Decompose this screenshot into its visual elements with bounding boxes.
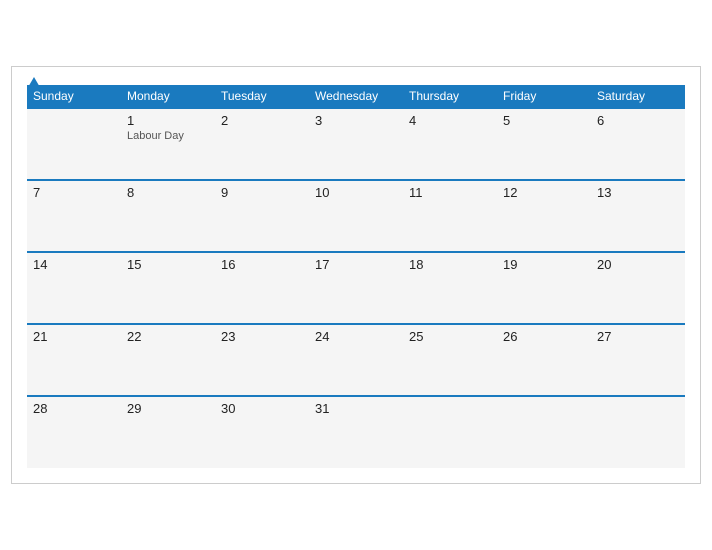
day-number: 30	[221, 401, 303, 416]
day-number: 24	[315, 329, 397, 344]
day-number: 9	[221, 185, 303, 200]
day-number: 3	[315, 113, 397, 128]
day-number: 19	[503, 257, 585, 272]
day-number: 8	[127, 185, 209, 200]
holiday-name: Labour Day	[127, 130, 209, 142]
calendar-week-row: 28 29 30 31	[27, 396, 685, 468]
calendar-cell: 20	[591, 252, 685, 324]
day-number: 11	[409, 185, 491, 200]
weekday-header-friday: Friday	[497, 85, 591, 108]
calendar-cell: 19	[497, 252, 591, 324]
calendar-cell: 29	[121, 396, 215, 468]
logo-blue-text	[27, 77, 43, 90]
calendar-week-row: 21 22 23 24 25 26 27	[27, 324, 685, 396]
calendar-cell	[403, 396, 497, 468]
calendar-cell: 24	[309, 324, 403, 396]
calendar-cell: 16	[215, 252, 309, 324]
calendar-cell: 12	[497, 180, 591, 252]
calendar-cell: 23	[215, 324, 309, 396]
day-number: 4	[409, 113, 491, 128]
day-number: 17	[315, 257, 397, 272]
day-number: 1	[127, 113, 209, 128]
calendar-week-row: 1 Labour Day 23456	[27, 108, 685, 180]
calendar-cell: 9	[215, 180, 309, 252]
calendar-week-row: 14 15 16 17 18 19 20	[27, 252, 685, 324]
day-number: 31	[315, 401, 397, 416]
day-number: 21	[33, 329, 115, 344]
calendar-cell: 4	[403, 108, 497, 180]
weekday-header-row: SundayMondayTuesdayWednesdayThursdayFrid…	[27, 85, 685, 108]
calendar-cell: 25	[403, 324, 497, 396]
day-number: 10	[315, 185, 397, 200]
day-number: 12	[503, 185, 585, 200]
day-number: 26	[503, 329, 585, 344]
weekday-header-tuesday: Tuesday	[215, 85, 309, 108]
calendar-cell: 7	[27, 180, 121, 252]
calendar-cell: 13	[591, 180, 685, 252]
day-number: 23	[221, 329, 303, 344]
calendar-cell: 21	[27, 324, 121, 396]
weekday-header-saturday: Saturday	[591, 85, 685, 108]
day-number: 18	[409, 257, 491, 272]
day-number: 15	[127, 257, 209, 272]
day-number: 7	[33, 185, 115, 200]
day-number: 16	[221, 257, 303, 272]
day-number: 6	[597, 113, 679, 128]
day-number: 13	[597, 185, 679, 200]
calendar-cell: 8	[121, 180, 215, 252]
day-number: 27	[597, 329, 679, 344]
day-number: 5	[503, 113, 585, 128]
calendar-cell: 18	[403, 252, 497, 324]
day-number: 14	[33, 257, 115, 272]
calendar-cell: 11	[403, 180, 497, 252]
calendar-cell: 2	[215, 108, 309, 180]
calendar-cell: 10	[309, 180, 403, 252]
calendar-cell: 17	[309, 252, 403, 324]
calendar-week-row: 789 10 11 12 13	[27, 180, 685, 252]
calendar-cell	[497, 396, 591, 468]
calendar-cell: 28	[27, 396, 121, 468]
day-number: 20	[597, 257, 679, 272]
calendar-cell: 22	[121, 324, 215, 396]
day-number: 29	[127, 401, 209, 416]
calendar-cell: 30	[215, 396, 309, 468]
calendar-cell: 14	[27, 252, 121, 324]
calendar-container: SundayMondayTuesdayWednesdayThursdayFrid…	[11, 66, 701, 484]
weekday-header-thursday: Thursday	[403, 85, 497, 108]
day-number: 22	[127, 329, 209, 344]
calendar-cell: 31	[309, 396, 403, 468]
logo	[27, 77, 43, 90]
calendar-cell: 6	[591, 108, 685, 180]
day-number: 28	[33, 401, 115, 416]
day-number: 25	[409, 329, 491, 344]
calendar-cell: 1 Labour Day	[121, 108, 215, 180]
calendar-cell: 26	[497, 324, 591, 396]
calendar-cell: 15	[121, 252, 215, 324]
logo-triangle-icon	[27, 77, 41, 89]
calendar-cell	[27, 108, 121, 180]
calendar-cell: 3	[309, 108, 403, 180]
calendar-cell: 27	[591, 324, 685, 396]
day-number: 2	[221, 113, 303, 128]
calendar-cell	[591, 396, 685, 468]
weekday-header-monday: Monday	[121, 85, 215, 108]
weekday-header-wednesday: Wednesday	[309, 85, 403, 108]
calendar-cell: 5	[497, 108, 591, 180]
calendar-table: SundayMondayTuesdayWednesdayThursdayFrid…	[27, 85, 685, 468]
